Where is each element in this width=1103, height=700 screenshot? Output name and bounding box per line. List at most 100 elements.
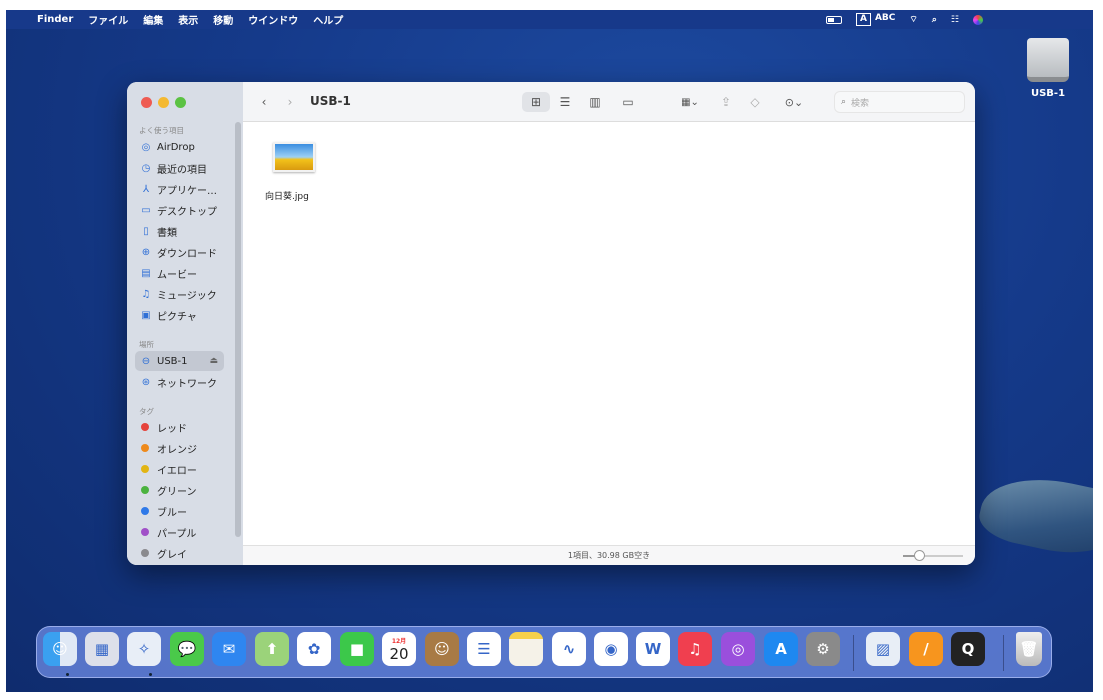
minimize-button[interactable]: [158, 97, 169, 108]
menu-item[interactable]: ウインドウ: [248, 12, 298, 27]
sidebar-item-label: オレンジ: [157, 444, 197, 456]
dock-app-microsoft-word[interactable]: W: [636, 632, 670, 666]
tag-button[interactable]: ◇: [746, 92, 764, 112]
sidebar-tag-item[interactable]: オレンジ: [135, 438, 224, 458]
share-button[interactable]: ⇪: [717, 92, 735, 112]
spotlight-icon[interactable]: ⌕: [932, 15, 937, 25]
dock-app-プレビュー[interactable]: ▨: [866, 632, 900, 666]
dock-app-google-chrome[interactable]: ◉: [594, 632, 628, 666]
sidebar-item-photo[interactable]: ▣ ピクチャ: [135, 305, 224, 325]
toolbar: ‹ › USB-1 ⊞ ☰ ▥ ▭ ▦⌄ ⇪ ◇ ⊙⌄ ⌕ 検索: [243, 82, 975, 122]
sidebar-tag-item[interactable]: イエロー: [135, 459, 224, 479]
forward-button[interactable]: ›: [283, 92, 297, 112]
external-drive-icon: [1027, 38, 1069, 82]
search-field[interactable]: ⌕ 検索: [834, 91, 965, 113]
more-actions-button[interactable]: ⊙⌄: [779, 92, 809, 112]
sidebar-item-label: ブルー: [157, 507, 187, 519]
eject-icon[interactable]: ⏏: [209, 356, 218, 366]
zoom-button[interactable]: [175, 97, 186, 108]
dock-app-マップ[interactable]: ⬆: [255, 632, 289, 666]
status-menus: A ABC ⌔ ⌕ ☷: [826, 10, 983, 29]
sidebar-item-applications[interactable]: ⅄ アプリケー…: [135, 179, 224, 199]
sidebar-tag-item[interactable]: グリーン: [135, 480, 224, 500]
sidebar-header-tags: タグ: [139, 407, 154, 416]
dock-app-連絡先[interactable]: ☺: [425, 632, 459, 666]
file-item[interactable]: 向日葵.jpg: [265, 142, 325, 202]
icon-view-button[interactable]: ⊞: [522, 92, 550, 112]
dock-app-app-store[interactable]: A: [764, 632, 798, 666]
menu-app-name[interactable]: Finder: [37, 14, 73, 25]
sidebar-tag-item[interactable]: レッド: [135, 417, 224, 437]
dock-app-フリーボード[interactable]: ∿: [552, 632, 586, 666]
control-center-icon[interactable]: ☷: [951, 15, 959, 25]
slider-thumb[interactable]: [914, 550, 925, 561]
menu-item[interactable]: 編集: [143, 12, 163, 27]
sidebar-item-drive[interactable]: ⊖ USB-1 ⏏: [135, 351, 224, 371]
sidebar-item-label: グリーン: [157, 486, 197, 498]
tag-color-dot: [141, 549, 149, 557]
siri-icon[interactable]: [973, 14, 983, 25]
dock-app-メール[interactable]: ✉: [212, 632, 246, 666]
sidebar-scrollbar[interactable]: [235, 122, 241, 537]
menu-item[interactable]: 表示: [178, 12, 198, 27]
sidebar-item-label: 最近の項目: [157, 164, 207, 176]
sidebar-item-document[interactable]: ▯ 書類: [135, 221, 224, 241]
file-area[interactable]: 向日葵.jpg: [243, 122, 975, 545]
sidebar-item-network[interactable]: ⊛ ネットワーク: [135, 372, 224, 392]
sidebar-tag-item[interactable]: ブルー: [135, 501, 224, 521]
sidebar-item-music[interactable]: ♫ ミュージック: [135, 284, 224, 304]
battery-icon[interactable]: [826, 15, 842, 24]
app-icon-glyph: ■: [349, 640, 365, 658]
icon-size-slider[interactable]: [903, 550, 963, 561]
dock-app-写真[interactable]: ✿: [297, 632, 331, 666]
sidebar-tag-item[interactable]: グレイ: [135, 543, 224, 563]
sidebar-item-download[interactable]: ⊕ ダウンロード: [135, 242, 224, 262]
dock-app-facetime[interactable]: ■: [340, 632, 374, 666]
dock-app-ミュージック[interactable]: ♫: [678, 632, 712, 666]
photo-icon: ▣: [141, 309, 151, 321]
calendar-day: 20: [389, 644, 409, 663]
menu-item[interactable]: 移動: [213, 12, 233, 27]
group-button[interactable]: ▦⌄: [675, 92, 705, 112]
dock-app-quicktime-player[interactable]: Q: [951, 632, 985, 666]
desktop-drive-usb[interactable]: USB-1: [1023, 38, 1073, 99]
column-view-button[interactable]: ▥: [584, 92, 606, 112]
app-icon-glyph: ✉: [222, 640, 236, 658]
list-view-button[interactable]: ☰: [554, 92, 576, 112]
input-source[interactable]: A ABC: [856, 13, 895, 26]
sidebar-item-desktop[interactable]: ▭ デスクトップ: [135, 200, 224, 220]
dock-app-finder[interactable]: ☺: [43, 632, 77, 666]
dock-app-カレンダー[interactable]: 12月 20: [382, 632, 416, 666]
dock-app-メッセージ[interactable]: 💬: [170, 632, 204, 666]
app-icon-glyph: ⚙: [816, 640, 830, 658]
app-icon-glyph: ☺: [434, 640, 450, 658]
gallery-view-button[interactable]: ▭: [617, 92, 639, 112]
app-icon-glyph: W: [644, 640, 662, 658]
sidebar-item-film[interactable]: ▤ ムービー: [135, 263, 224, 283]
close-button[interactable]: [141, 97, 152, 108]
dock-app-メモ[interactable]: [509, 632, 543, 666]
finder-window: よく使う項目 ◎ AirDrop ◷ 最近の項目 ⅄ アプリケー… ▭ デスクトップ ▯ 書類 ⊕ ダウ…: [127, 82, 975, 565]
sidebar-tag-item[interactable]: パープル: [135, 522, 224, 542]
sidebar-item-clock[interactable]: ◷ 最近の項目: [135, 158, 224, 178]
menu-item[interactable]: ヘルプ: [313, 12, 343, 27]
dock-app-safari[interactable]: ✧: [127, 632, 161, 666]
dock-app-pages[interactable]: /: [909, 632, 943, 666]
menu-item[interactable]: ファイル: [88, 12, 128, 27]
sidebar-item-airdrop[interactable]: ◎ AirDrop: [135, 137, 224, 157]
document-icon: ▯: [143, 225, 149, 237]
app-icon-glyph: ✧: [137, 640, 151, 658]
sidebar-item-label: ピクチャ: [157, 311, 197, 323]
sidebar-item-label: USB-1: [157, 355, 188, 367]
dock-app-podcast[interactable]: ◎: [721, 632, 755, 666]
dock-app-ゴミ箱[interactable]: 🗑: [1016, 632, 1042, 666]
running-indicator: [149, 673, 152, 676]
wifi-icon[interactable]: ⌔: [909, 14, 917, 25]
app-icon-glyph: ⬆: [265, 640, 279, 658]
dock-app-リマインダー[interactable]: ☰: [467, 632, 501, 666]
desktop-icon: ▭: [141, 204, 151, 216]
drive-icon: ⊖: [141, 355, 151, 367]
dock-app-launchpad[interactable]: ▦: [85, 632, 119, 666]
back-button[interactable]: ‹: [257, 92, 271, 112]
dock-app-システム設定[interactable]: ⚙: [806, 632, 840, 666]
